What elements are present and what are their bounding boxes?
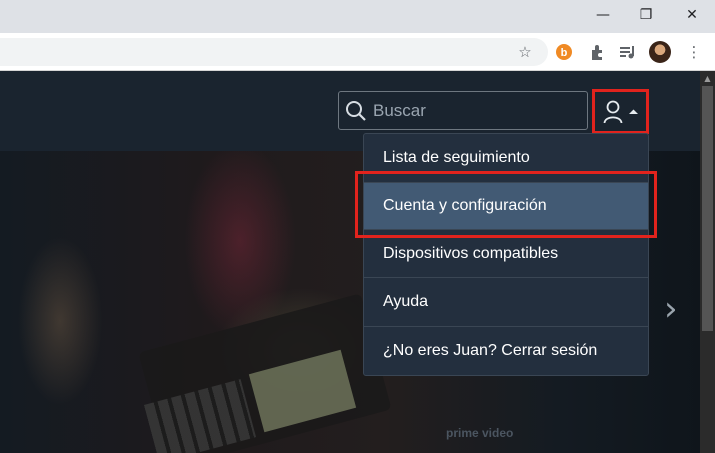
menu-icon[interactable]: ⋮ bbox=[682, 40, 706, 64]
prime-video-watermark: prime video bbox=[446, 426, 514, 440]
close-button[interactable]: ✕ bbox=[669, 0, 715, 30]
account-dropdown-menu: Lista de seguimiento Cuenta y configurac… bbox=[363, 133, 649, 376]
scrollbar-thumb[interactable] bbox=[702, 86, 713, 331]
svg-text:b: b bbox=[561, 47, 568, 59]
search-box[interactable] bbox=[338, 91, 588, 130]
search-input[interactable] bbox=[373, 92, 583, 129]
browser-toolbar: ☆ b ⋮ bbox=[0, 33, 715, 71]
restore-button[interactable]: ❐ bbox=[623, 0, 669, 30]
bittorrent-icon[interactable]: b bbox=[552, 40, 576, 64]
extensions-icon[interactable] bbox=[585, 40, 609, 64]
menu-item-help[interactable]: Ayuda bbox=[364, 277, 648, 325]
minimize-button[interactable]: — bbox=[580, 0, 626, 30]
caret-up-icon bbox=[629, 109, 638, 114]
user-icon bbox=[603, 100, 623, 123]
account-profile-button[interactable] bbox=[592, 89, 649, 134]
carousel-next-icon[interactable]: › bbox=[664, 289, 678, 329]
scroll-up-icon[interactable]: ▲ bbox=[700, 71, 715, 86]
search-icon[interactable] bbox=[345, 100, 367, 122]
prime-video-page: prime video › ▲ Lista de seguimiento Cue… bbox=[0, 71, 715, 453]
address-bar[interactable] bbox=[0, 38, 548, 66]
profile-avatar[interactable] bbox=[649, 41, 671, 63]
browser-title-bar: — ❐ ✕ bbox=[0, 0, 715, 33]
media-control-icon[interactable] bbox=[616, 40, 640, 64]
star-icon[interactable]: ☆ bbox=[513, 40, 537, 64]
annotation-highlight bbox=[355, 171, 657, 238]
menu-item-sign-out[interactable]: ¿No eres Juan? Cerrar sesión bbox=[364, 326, 648, 374]
